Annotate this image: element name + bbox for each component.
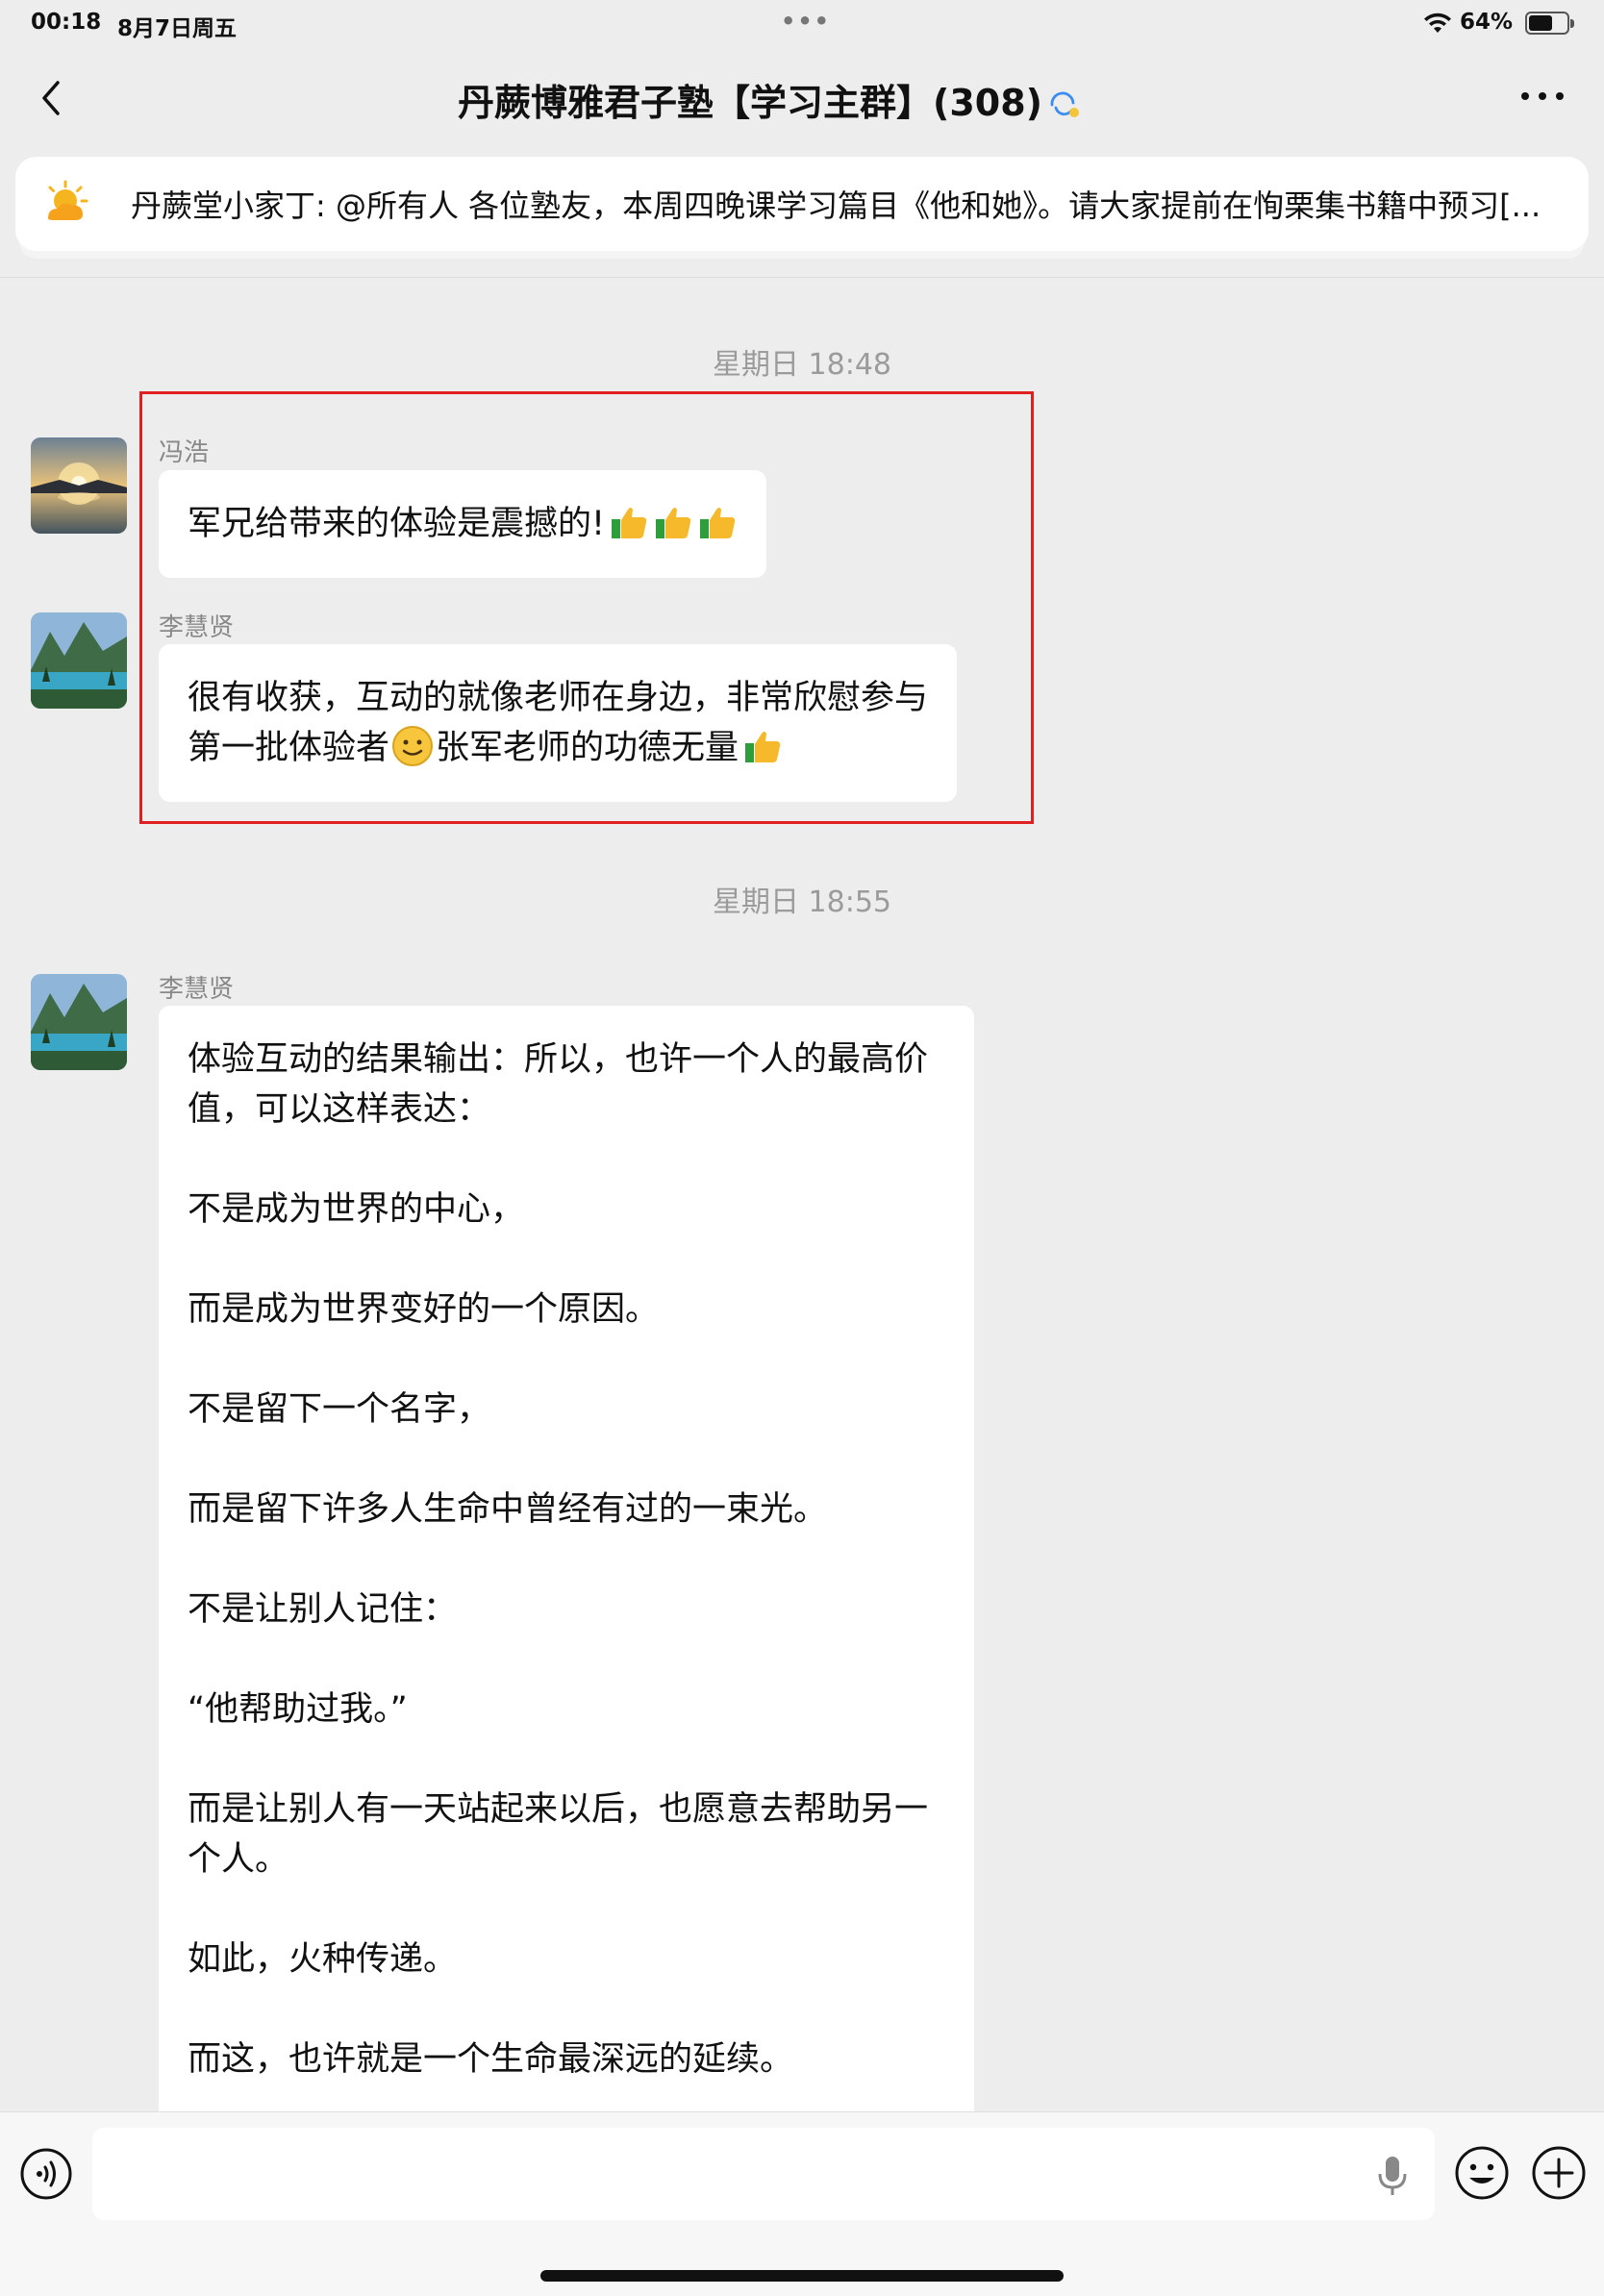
avatar[interactable] — [31, 974, 127, 1070]
status-bar: 00:18 8月7日周五 ••• 64% — [0, 0, 1604, 46]
message-bubble[interactable]: 体验互动的结果输出：所以，也许一个人的最高价值，可以这样表达： 不是成为世界的中… — [159, 1006, 974, 2121]
message-line: 而这，也许就是一个生命最深远的延续。 — [188, 2040, 794, 2079]
message-line: 体验互动的结果输出：所以，也许一个人的最高价值，可以这样表达： — [188, 1040, 929, 1129]
avatar[interactable] — [31, 612, 127, 709]
chat-header: 丹蕨博雅君子塾【学习主群】(308) — [0, 54, 1604, 140]
announcement-text: 丹蕨堂小家丁: @所有人 各位塾友，本周四晚课学习篇目《他和她》。请大家提前在恂… — [131, 187, 1541, 224]
announcement-sun-icon — [48, 180, 88, 220]
message-line: 而是留下许多人生命中曾经有过的一束光。 — [188, 1490, 828, 1529]
input-bar — [0, 2111, 1604, 2296]
chat-title-text: 丹蕨博雅君子塾【学习主群】(308) — [457, 82, 1043, 124]
wifi-icon — [1424, 12, 1451, 33]
back-icon[interactable] — [37, 79, 65, 117]
header-divider — [0, 277, 1604, 278]
voice-icon[interactable] — [19, 2147, 73, 2201]
battery-icon — [1525, 12, 1574, 35]
message-bubble[interactable]: 军兄给带来的体验是震撼的! — [159, 470, 767, 578]
timestamp: 星期日 18:48 — [713, 348, 891, 382]
timestamp: 星期日 18:55 — [713, 886, 891, 919]
multitasking-dots[interactable]: ••• — [781, 8, 831, 35]
sender-name: 李慧贤 — [159, 975, 235, 1004]
message-line: 如此，火种传递。 — [188, 1940, 458, 1979]
chat-title: 丹蕨博雅君子塾【学习主群】(308) — [288, 73, 1250, 126]
more-icon[interactable] — [1517, 88, 1567, 104]
sender-name: 冯浩 — [159, 438, 210, 467]
status-date: 8月7日周五 — [117, 16, 238, 41]
smile-emoji-icon — [392, 726, 434, 766]
message-text: 军兄给带来的体验是震撼的! — [188, 505, 606, 543]
message-line: 不是成为世界的中心， — [188, 1190, 525, 1229]
message-input[interactable] — [92, 2128, 1435, 2220]
message-text: 张军老师的功德无量 — [436, 729, 739, 767]
thumbs-up-icon — [745, 732, 781, 762]
mic-icon[interactable] — [1375, 2155, 1410, 2197]
emoji-icon[interactable] — [1454, 2145, 1510, 2201]
thumbs-up-icon — [612, 508, 647, 538]
thumbs-up-icon — [700, 508, 736, 538]
message-line: 而是成为世界变好的一个原因。 — [188, 1290, 660, 1329]
message-line: 不是留下一个名字， — [188, 1390, 491, 1429]
status-time: 00:18 — [31, 10, 102, 35]
group-announcement[interactable]: 丹蕨堂小家丁: @所有人 各位塾友，本周四晚课学习篇目《他和她》。请大家提前在恂… — [15, 157, 1589, 251]
message-line: 不是让别人记住： — [188, 1590, 458, 1629]
add-icon[interactable] — [1531, 2145, 1587, 2201]
message-line: 而是让别人有一天站起来以后，也愿意去帮助另一个人。 — [188, 1790, 929, 1879]
thumbs-up-icon — [656, 508, 691, 538]
avatar[interactable] — [31, 437, 127, 534]
sender-name: 李慧贤 — [159, 613, 235, 642]
message-bubble[interactable]: 很有收获，互动的就像老师在身边，非常欣慰参与第一批体验者 张军老师的功德无量 — [159, 644, 957, 802]
sync-icon[interactable] — [1048, 91, 1081, 120]
message-line: “他帮助过我。” — [188, 1690, 408, 1729]
home-indicator[interactable] — [540, 2270, 1064, 2282]
battery-percent: 64% — [1460, 10, 1514, 35]
